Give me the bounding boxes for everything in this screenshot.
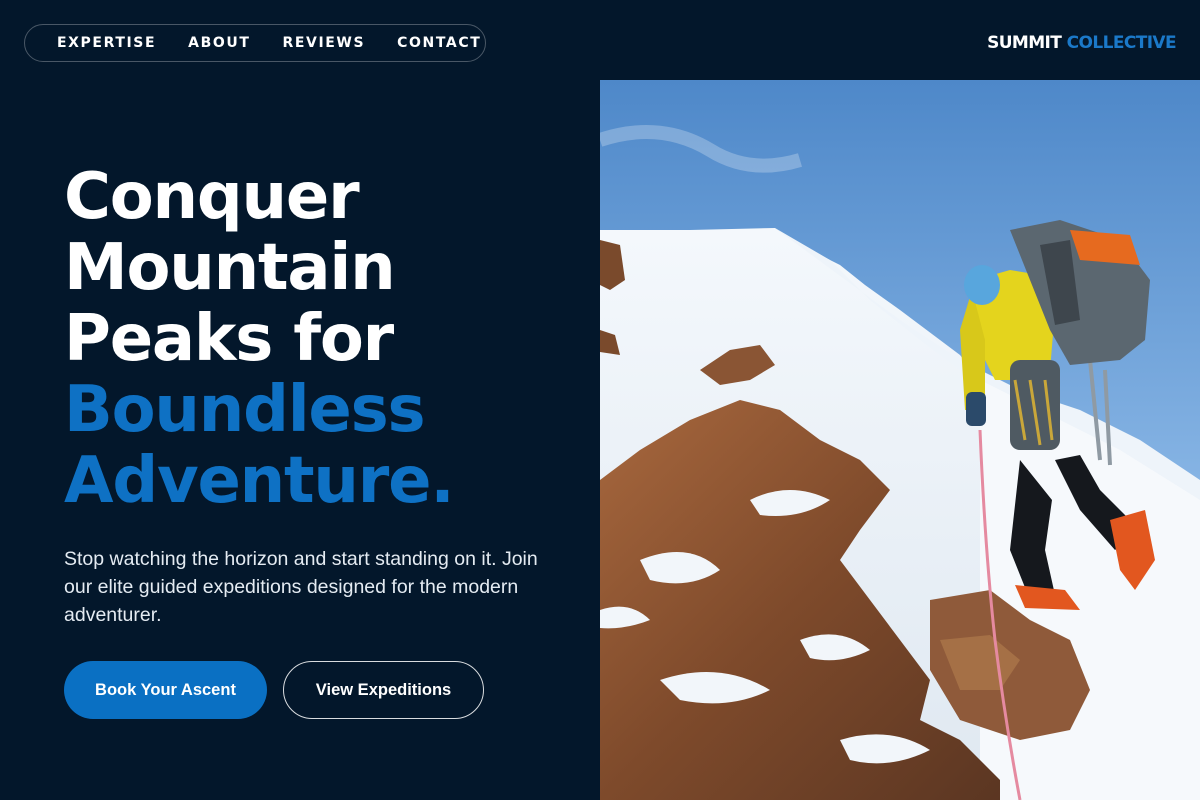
hero-title-accent-line: Boundless bbox=[64, 373, 426, 447]
brand-logo[interactable]: SUMMIT COLLECTIVE bbox=[987, 32, 1177, 54]
hero-title-line: Conquer bbox=[64, 160, 360, 234]
nav-link-reviews[interactable]: REVIEWS bbox=[282, 35, 365, 51]
hero-description: Stop watching the horizon and start stan… bbox=[64, 548, 538, 626]
view-expeditions-button[interactable]: View Expeditions bbox=[283, 661, 484, 719]
book-ascent-button[interactable]: Book Your Ascent bbox=[64, 661, 267, 719]
hero-title-line: Mountain bbox=[64, 231, 396, 305]
nav-link-expertise[interactable]: EXPERTISE bbox=[57, 35, 156, 51]
brand-name-accent: COLLECTIVE bbox=[1066, 33, 1177, 53]
nav-link-about[interactable]: ABOUT bbox=[188, 35, 250, 51]
brand-name-primary: SUMMIT bbox=[987, 33, 1062, 53]
hero-title-line: Peaks for bbox=[64, 302, 394, 376]
hero-title: Conquer Mountain Peaks for Boundless Adv… bbox=[64, 160, 455, 518]
nav-link-contact[interactable]: CONTACT bbox=[397, 35, 481, 51]
main-nav: EXPERTISE ABOUT REVIEWS CONTACT bbox=[24, 24, 486, 62]
hero-photo-mountaineer bbox=[600, 80, 1200, 800]
hero-title-accent-line: Adventure. bbox=[64, 444, 455, 518]
